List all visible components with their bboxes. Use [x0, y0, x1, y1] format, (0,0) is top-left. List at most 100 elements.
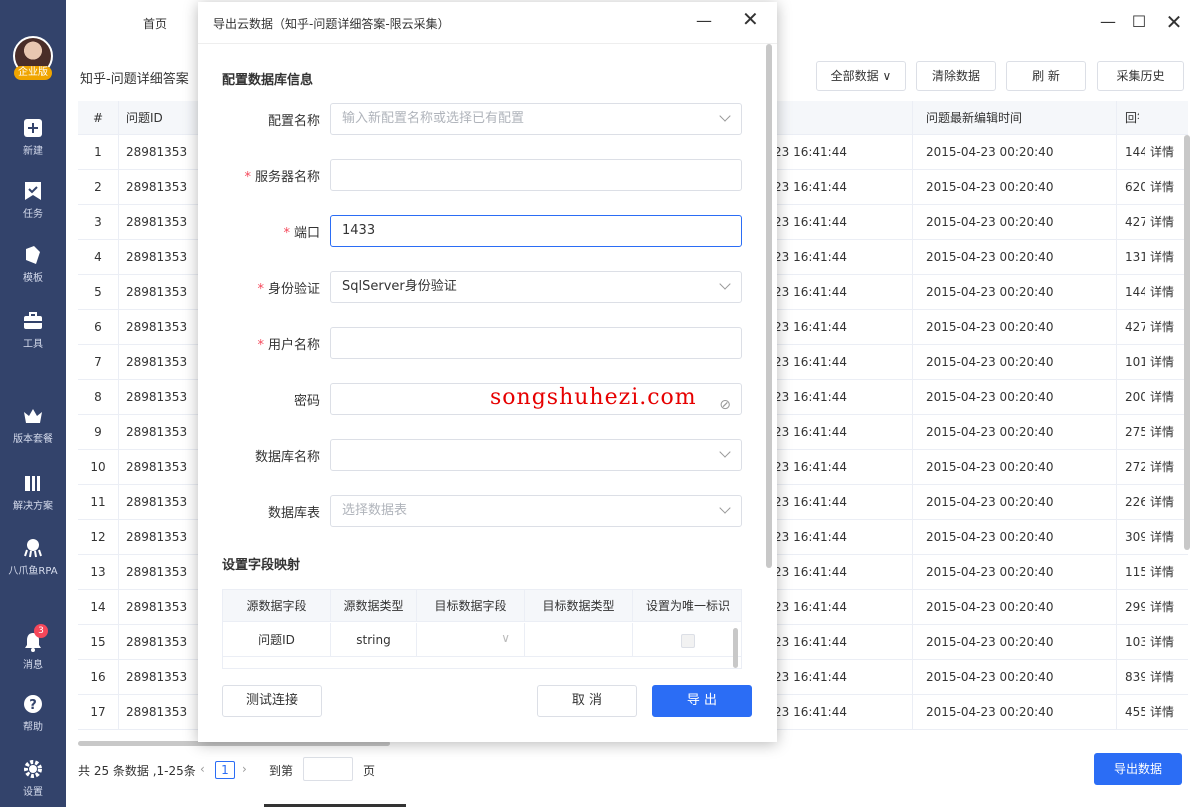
row-index: 11: [90, 495, 106, 509]
row-collect-time: 23 16:41:44: [774, 670, 847, 684]
octopus-icon: [24, 539, 42, 558]
row-answer-count: 455: [1125, 705, 1145, 719]
app-window: 企业版 新建 任务 模板 工具 版本套餐 解决方案 八爪鱼RPA 3 消息 ? …: [0, 0, 1202, 807]
config-name-select[interactable]: 输入新配置名称或选择已有配置: [330, 103, 742, 135]
row-collect-time: 23 16:41:44: [774, 215, 847, 229]
export-button[interactable]: 导 出: [652, 685, 752, 717]
help-icon: ?: [24, 695, 42, 713]
username-label-text: 用户名称: [267, 338, 320, 353]
sidebar-item-tools[interactable]: 工具: [0, 311, 66, 350]
row-detail-link[interactable]: 详情: [1150, 590, 1180, 625]
row-detail-link[interactable]: 详情: [1150, 625, 1180, 660]
row-edit-time: 2015-04-23 00:20:40: [926, 530, 1054, 544]
dialog-close-icon[interactable]: ✕: [742, 7, 759, 31]
row-collect-time: 23 16:41:44: [774, 495, 847, 509]
sidebar-item-label: 帮助: [23, 722, 43, 733]
sidebar-item-label: 消息: [23, 660, 43, 671]
row-index: 9: [94, 425, 102, 439]
filter-label: 全部数据: [830, 69, 879, 83]
sidebar-item-new[interactable]: 新建: [0, 118, 66, 157]
maximize-icon[interactable]: ☐: [1127, 10, 1151, 34]
row-detail-link[interactable]: 详情: [1150, 345, 1180, 380]
eye-off-icon[interactable]: ⊘: [719, 390, 731, 420]
row-detail-link[interactable]: 详情: [1150, 415, 1180, 450]
username-input[interactable]: [330, 327, 742, 359]
svg-text:?: ?: [29, 698, 37, 713]
row-question-id: 28981353: [126, 355, 188, 369]
db-name-label: 数据库名称: [254, 450, 320, 465]
auth-label: * 身份验证: [257, 282, 320, 297]
goto-label: 到第: [269, 764, 294, 778]
row-detail-link[interactable]: 详情: [1150, 170, 1180, 205]
test-connection-button[interactable]: 测试连接: [222, 685, 322, 717]
goto-page-input[interactable]: [303, 757, 353, 781]
row-edit-time: 2015-04-23 00:20:40: [926, 425, 1054, 439]
row-detail-link[interactable]: 详情: [1150, 660, 1180, 695]
refresh-button[interactable]: 刷 新: [1006, 61, 1086, 91]
row-edit-time: 2015-04-23 00:20:40: [926, 705, 1054, 719]
dialog-minimize-icon[interactable]: —: [696, 11, 712, 30]
sidebar-item-tasks[interactable]: 任务: [0, 181, 66, 220]
cancel-button[interactable]: 取 消: [537, 685, 637, 717]
sidebar-item-label: 工具: [23, 339, 43, 350]
mapping-header: 源数据字段 源数据类型 目标数据字段 目标数据类型 设置为唯一标识: [223, 590, 741, 622]
minimize-icon[interactable]: —: [1096, 10, 1120, 34]
mapping-source-type: string: [331, 623, 417, 657]
row-question-id: 28981353: [126, 180, 188, 194]
row-question-id: 28981353: [126, 215, 188, 229]
prev-page-icon[interactable]: ‹: [200, 762, 205, 776]
chevron-down-icon: ∨: [501, 631, 510, 645]
row-detail-link[interactable]: 详情: [1150, 520, 1180, 555]
row-detail-link[interactable]: 详情: [1150, 205, 1180, 240]
current-page[interactable]: 1: [215, 761, 235, 779]
row-index: 3: [94, 215, 102, 229]
row-detail-link[interactable]: 详情: [1150, 275, 1180, 310]
row-detail-link[interactable]: 详情: [1150, 240, 1180, 275]
server-name-input[interactable]: [330, 159, 742, 191]
close-icon[interactable]: ✕: [1162, 10, 1186, 34]
row-detail-link[interactable]: 详情: [1150, 380, 1180, 415]
mapping-header-cell: 源数据字段: [223, 590, 331, 622]
total-count: 共 25 条数据 ,1-25条: [78, 764, 196, 778]
db-name-select[interactable]: [330, 439, 742, 471]
row-edit-time: 2015-04-23 00:20:40: [926, 180, 1054, 194]
sidebar-item-templates[interactable]: 模板: [0, 245, 66, 284]
row-detail-link[interactable]: 详情: [1150, 485, 1180, 520]
server-name-label-text: 服务器名称: [254, 170, 320, 185]
mapping-scrollbar[interactable]: [733, 628, 738, 668]
tab-home[interactable]: 首页: [143, 15, 167, 32]
config-name-placeholder: 输入新配置名称或选择已有配置: [342, 111, 525, 126]
sidebar-item-rpa[interactable]: 八爪鱼RPA: [0, 538, 66, 577]
sidebar-item-messages[interactable]: 3 消息: [0, 624, 66, 671]
vertical-scrollbar[interactable]: [1184, 135, 1190, 550]
row-index: 2: [94, 180, 102, 194]
row-question-id: 28981353: [126, 670, 188, 684]
export-data-button[interactable]: 导出数据: [1094, 753, 1182, 785]
port-input[interactable]: 1433: [330, 215, 742, 247]
row-answer-count: 309: [1125, 530, 1145, 544]
row-edit-time: 2015-04-23 00:20:40: [926, 565, 1054, 579]
row-detail-link[interactable]: 详情: [1150, 450, 1180, 485]
row-question-id: 28981353: [126, 495, 188, 509]
row-collect-time: 23 16:41:44: [774, 355, 847, 369]
db-table-select[interactable]: 选择数据表: [330, 495, 742, 527]
unique-key-checkbox[interactable]: [681, 633, 695, 648]
sidebar-item-solutions[interactable]: 解决方案: [0, 473, 66, 512]
clear-data-button[interactable]: 清除数据: [916, 61, 996, 91]
auth-select[interactable]: SqlServer身份验证: [330, 271, 742, 303]
mapping-target-field-select[interactable]: ∨: [417, 623, 525, 657]
dialog-scrollbar[interactable]: [766, 44, 772, 568]
next-page-icon[interactable]: ›: [242, 762, 247, 776]
sidebar-item-plans[interactable]: 版本套餐: [0, 406, 66, 445]
sidebar-item-settings[interactable]: 设置: [0, 759, 66, 798]
chevron-down-icon: [719, 110, 731, 122]
row-detail-link[interactable]: 详情: [1150, 135, 1180, 170]
row-edit-time: 2015-04-23 00:20:40: [926, 145, 1054, 159]
page-suffix-label: 页: [363, 764, 376, 778]
sidebar-item-help[interactable]: ? 帮助: [0, 694, 66, 733]
row-detail-link[interactable]: 详情: [1150, 555, 1180, 590]
data-filter-select[interactable]: 全部数据 ∨: [816, 61, 906, 91]
row-detail-link[interactable]: 详情: [1150, 310, 1180, 345]
history-button[interactable]: 采集历史: [1097, 61, 1184, 91]
row-detail-link[interactable]: 详情: [1150, 695, 1180, 730]
